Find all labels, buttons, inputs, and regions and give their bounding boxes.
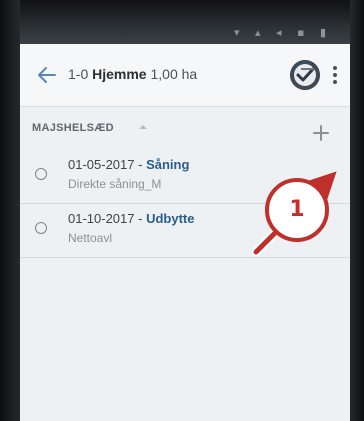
item-title: 01-05-2017 - Såning	[68, 157, 189, 172]
field-area: 1,00 ha	[150, 66, 198, 82]
back-arrow-icon[interactable]	[36, 64, 58, 86]
item-separator: -	[134, 157, 147, 172]
item-date: 01-05-2017	[68, 157, 135, 172]
status-bar: ▾ ▴ ◂ ▪ ▮	[20, 0, 350, 44]
item-activity: Udbytte	[146, 211, 195, 226]
item-date: 01-10-2017	[68, 211, 135, 226]
page-title: 1-0 Hjemme 1,00 ha	[68, 66, 197, 82]
field-number: 1-0	[68, 66, 89, 82]
item-title: 01-10-2017 - Udbytte	[68, 211, 194, 226]
app-bar: 1-0 Hjemme 1,00 ha	[20, 44, 350, 107]
item-subtitle: Nettoavl	[68, 231, 113, 245]
annotation-number: 1	[289, 197, 305, 222]
status-icons: ▾ ▴ ◂ ▪ ▮	[233, 26, 332, 39]
add-icon[interactable]	[312, 124, 330, 142]
field-name: Hjemme	[92, 66, 147, 82]
more-vertical-icon[interactable]	[332, 64, 338, 86]
device-bezel-right	[350, 0, 364, 421]
device-bezel-left	[0, 0, 20, 421]
item-radio[interactable]	[35, 222, 47, 234]
item-activity: Såning	[146, 157, 190, 172]
section-title: MAJSHELSÆD	[32, 122, 114, 134]
item-separator: -	[134, 211, 147, 226]
item-subtitle: Direkte såning_M	[68, 177, 162, 191]
crop-section-header[interactable]: MAJSHELSÆD	[20, 106, 350, 148]
collapse-caret-icon[interactable]	[138, 122, 148, 132]
item-radio[interactable]	[35, 168, 47, 180]
sync-check-icon[interactable]	[290, 60, 320, 90]
